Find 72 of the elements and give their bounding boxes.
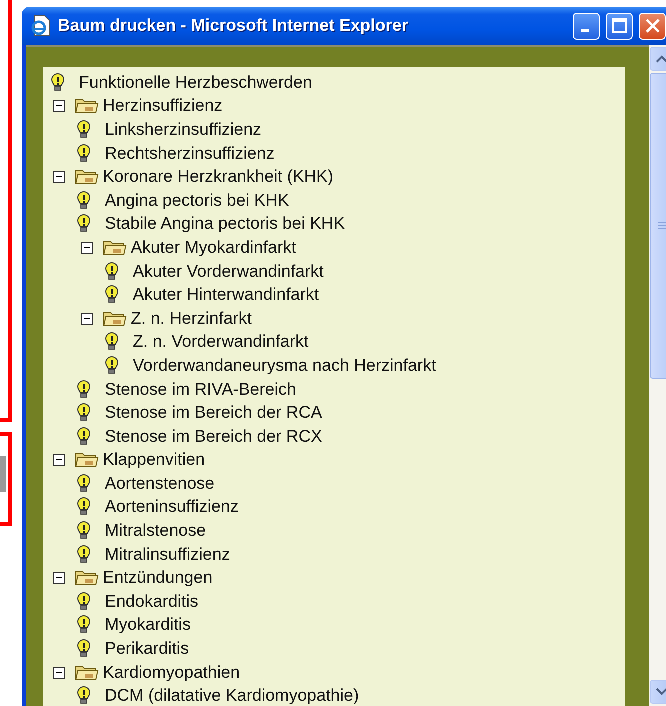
lightbulb-icon [77,426,91,447]
tree-folder-label[interactable]: Z. n. Herzinfarkt [131,308,252,329]
tree-folder-label[interactable]: Kardiomyopathien [103,662,240,683]
tree-item-label[interactable]: Myokarditis [105,615,191,636]
lightbulb-icon [77,615,91,636]
collapse-icon[interactable] [53,666,65,679]
tree-folder-label[interactable]: Akuter Myokardinfarkt [131,238,296,258]
tree-item-label[interactable]: Stabile Angina pectoris bei KHK [105,214,346,234]
tree-item-label[interactable]: Linksherzinsuffizienz [105,120,262,140]
folder-icon [75,664,99,682]
lightbulb-icon [105,262,119,282]
tree-item-label[interactable]: Stenose im RIVA-Bereich [105,380,296,400]
lightbulb-icon [77,403,91,424]
folder-icon [75,451,99,470]
page-element [0,456,6,492]
maximize-icon [612,18,628,34]
folder-icon [75,97,99,116]
tree-item-label[interactable]: Mitralinsuffizienz [105,544,230,565]
lightbulb-icon [77,497,91,518]
lightbulb-icon [77,521,91,542]
chevron-down-icon [656,688,666,696]
lightbulb-icon [77,214,91,234]
tree-item-label[interactable]: Angina pectoris bei KHK [105,190,290,211]
collapse-icon[interactable] [53,171,65,184]
minimize-icon [581,28,589,32]
tree-item-label[interactable]: Akuter Hinterwandinfarkt [133,285,320,306]
tree-item-label[interactable]: Rechtsherzinsuffizienz [105,144,275,164]
tree-item-label[interactable]: Z. n. Vorderwandinfarkt [133,332,309,352]
lightbulb-icon [77,474,91,494]
tree-item-label[interactable]: DCM (dilatative Kardiomyopathie) [105,686,360,706]
folder-icon [75,569,99,588]
lightbulb-icon [77,190,91,211]
lightbulb-icon [105,332,119,352]
close-icon [644,18,660,34]
collapse-icon[interactable] [53,100,65,112]
tree-item-label[interactable]: Mitralstenose [105,521,206,542]
browser-icon [30,15,52,37]
folder-icon [103,310,127,328]
tree-item-label[interactable]: Funktionelle Herzbeschwerden [79,72,312,93]
tree-folder-label[interactable]: Klappenvitien [103,450,206,470]
folder-icon [75,168,99,186]
tree-folder-label[interactable]: Entzündungen [103,568,213,588]
lightbulb-icon [77,592,91,612]
tree-item-label[interactable]: Vorderwandaneurysma nach Herzinfarkt [133,356,436,376]
tree-item-label[interactable]: Perikarditis [105,639,190,660]
tree-item-label[interactable]: Aortenstenose [105,474,215,494]
tree-item-label[interactable]: Aorteninsuffizienz [105,497,239,518]
lightbulb-icon [51,72,65,93]
lightbulb-icon [77,639,91,660]
tree-item-label[interactable]: Stenose im Bereich der RCX [105,426,322,447]
chevron-up-icon [656,55,666,63]
collapse-icon[interactable] [53,454,65,466]
tree-folder-label[interactable]: Koronare Herzkrankheit (KHK) [103,167,334,188]
tree-item-label[interactable]: Stenose im Bereich der RCA [105,403,322,424]
minimize-button[interactable] [573,12,600,40]
tree-item-label[interactable]: Akuter Vorderwandinfarkt [133,262,324,282]
lightbulb-icon [105,285,119,306]
folder-icon [103,238,127,257]
collapse-icon[interactable] [53,572,65,584]
lightbulb-icon [77,686,91,706]
window-title: Baum drucken - Microsoft Internet Explorer [58,16,410,36]
maximize-button[interactable] [606,12,633,40]
lightbulb-icon [77,144,91,164]
tree-item-label[interactable]: Endokarditis [105,592,199,612]
tree-folder-label[interactable]: Herzinsuffizienz [103,96,223,116]
lightbulb-icon [77,380,91,400]
lightbulb-icon [105,356,119,376]
lightbulb-icon [77,120,91,140]
lightbulb-icon [77,544,91,565]
close-button[interactable] [639,12,666,40]
collapse-icon[interactable] [81,312,93,325]
collapse-icon[interactable] [81,242,93,254]
